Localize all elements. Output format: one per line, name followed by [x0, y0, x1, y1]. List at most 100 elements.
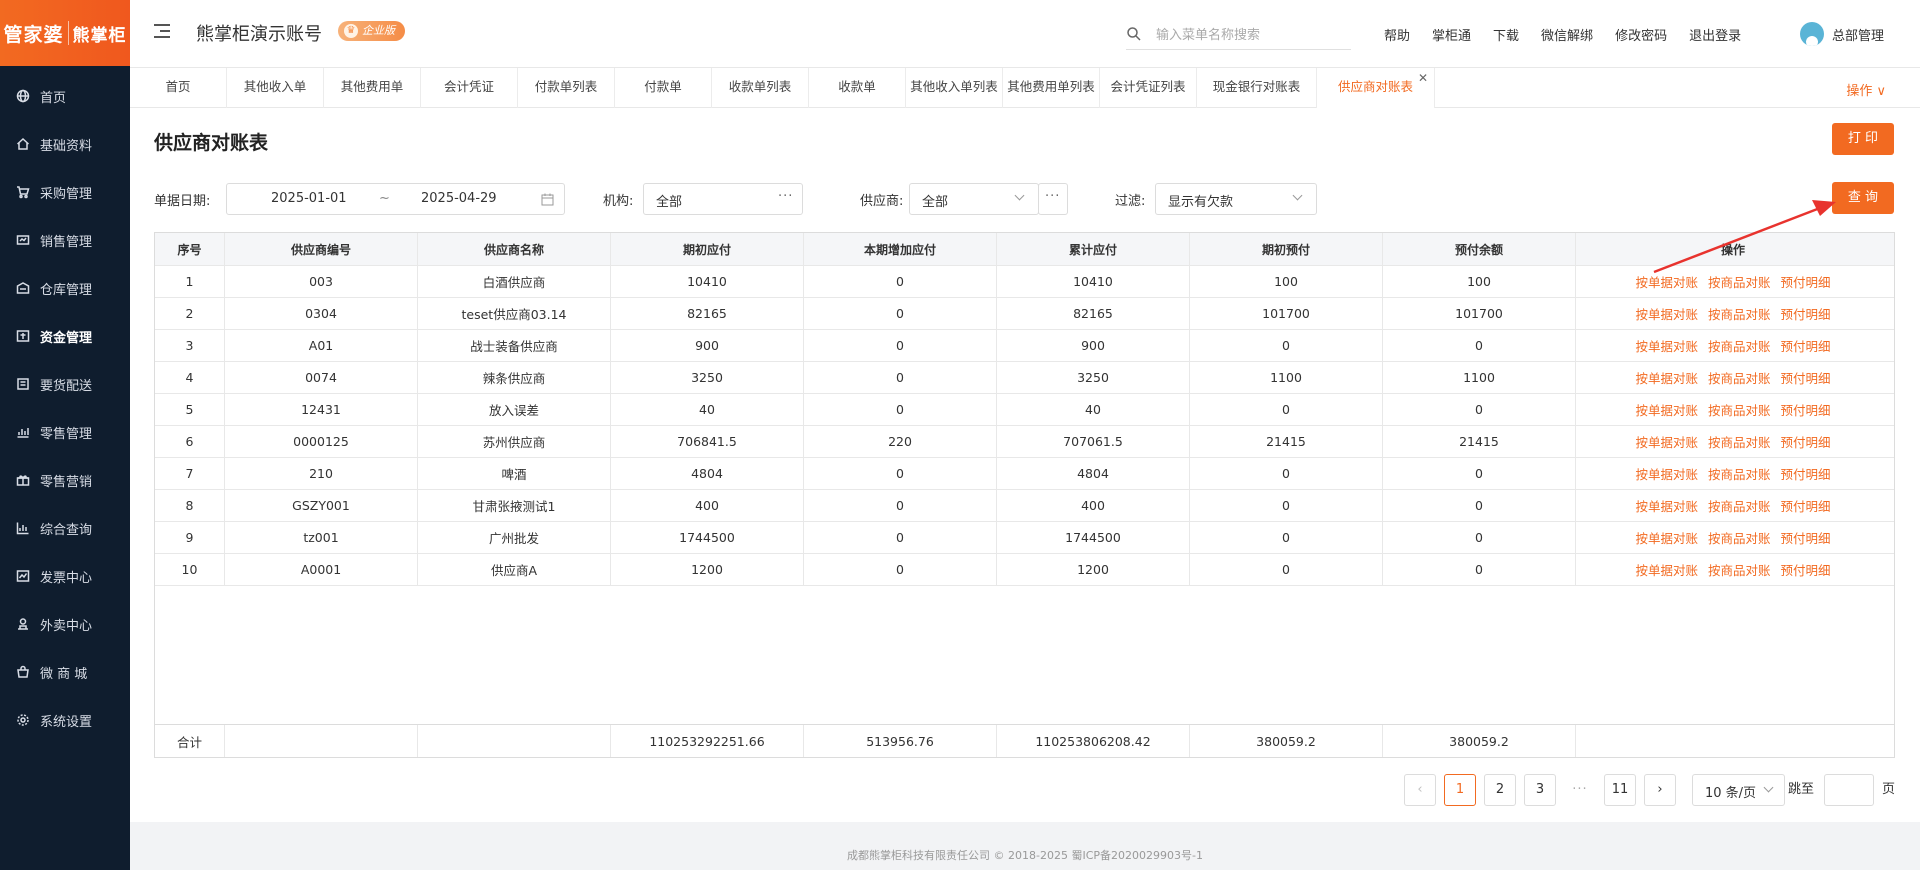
reconcile-by-product-link[interactable]: 按商品对账 — [1708, 464, 1771, 483]
reconcile-by-document-link[interactable]: 按单据对账 — [1635, 496, 1698, 515]
logout-link[interactable]: 退出登录 — [1689, 25, 1741, 44]
tab-operations-menu[interactable]: 操作 ∨ — [1846, 80, 1886, 99]
reconcile-by-document-link[interactable]: 按单据对账 — [1635, 368, 1698, 387]
more-icon: ··· — [1045, 189, 1061, 204]
sidebar-item-sales[interactable]: 销售管理 — [0, 216, 130, 264]
sidebar-item-chart[interactable]: 综合查询 — [0, 504, 130, 552]
tab-4[interactable]: 付款单列表 — [518, 68, 615, 108]
change-password-link[interactable]: 修改密码 — [1615, 25, 1667, 44]
sidebar-item-home[interactable]: 基础资料 — [0, 120, 130, 168]
reconcile-by-document-link[interactable]: 按单据对账 — [1635, 560, 1698, 579]
tab-label: 其他费用单列表 — [1007, 79, 1095, 94]
sidebar-item-delivery[interactable]: 要货配送 — [0, 360, 130, 408]
tab-12[interactable]: 供应商对账表 ✕ — [1317, 68, 1435, 108]
prepay-detail-link[interactable]: 预付明细 — [1781, 304, 1831, 323]
prepay-detail-link[interactable]: 预付明细 — [1781, 496, 1831, 515]
jump-label: 跳至 — [1788, 782, 1815, 797]
column-header: 序号 — [155, 233, 225, 265]
download-link[interactable]: 下载 — [1493, 25, 1519, 44]
reconcile-by-product-link[interactable]: 按商品对账 — [1708, 272, 1771, 291]
tab-6[interactable]: 收款单列表 — [712, 68, 809, 108]
next-page-button[interactable]: › — [1644, 774, 1676, 806]
sidebar-item-takeout[interactable]: 外卖中心 — [0, 600, 130, 648]
prepay-detail-link[interactable]: 预付明细 — [1781, 464, 1831, 483]
page-size-select[interactable]: 10 条/页 — [1692, 774, 1785, 806]
globe-icon — [16, 89, 30, 103]
prepay-detail-link[interactable]: 预付明细 — [1781, 528, 1831, 547]
reconcile-by-document-link[interactable]: 按单据对账 — [1635, 304, 1698, 323]
row-actions: 按单据对账 按商品对账 预付明细 — [1576, 394, 1890, 425]
reconcile-by-product-link[interactable]: 按商品对账 — [1708, 368, 1771, 387]
reconcile-by-document-link[interactable]: 按单据对账 — [1635, 336, 1698, 355]
help-link[interactable]: 帮助 — [1384, 25, 1410, 44]
reconcile-by-product-link[interactable]: 按商品对账 — [1708, 560, 1771, 579]
reconcile-by-document-link[interactable]: 按单据对账 — [1635, 272, 1698, 291]
close-icon[interactable]: ✕ — [1418, 68, 1428, 88]
prepay-detail-link[interactable]: 预付明细 — [1781, 336, 1831, 355]
tab-3[interactable]: 会计凭证 — [421, 68, 518, 108]
reconcile-by-document-link[interactable]: 按单据对账 — [1635, 464, 1698, 483]
sidebar-item-globe[interactable]: 首页 — [0, 72, 130, 120]
tab-11[interactable]: 现金银行对账表 — [1197, 68, 1317, 108]
org-select[interactable]: 全部 ··· — [643, 183, 803, 215]
sidebar-item-cart[interactable]: 采购管理 — [0, 168, 130, 216]
reconcile-by-product-link[interactable]: 按商品对账 — [1708, 304, 1771, 323]
reconcile-by-product-link[interactable]: 按商品对账 — [1708, 336, 1771, 355]
supplier-more-button[interactable]: ··· — [1038, 183, 1068, 215]
filter-select[interactable]: 显示有欠款 — [1155, 183, 1317, 215]
prepay-detail-link[interactable]: 预付明细 — [1781, 272, 1831, 291]
query-button[interactable]: 查 询 — [1832, 182, 1894, 214]
tab-10[interactable]: 会计凭证列表 — [1100, 68, 1197, 108]
brand-logo[interactable]: 管家婆 熊掌柜 — [0, 0, 130, 66]
supplier-select[interactable]: 全部 — [909, 183, 1039, 215]
page-1-button[interactable]: 1 — [1444, 774, 1476, 806]
table-cell: 0 — [804, 522, 997, 553]
tab-1[interactable]: 其他收入单 — [227, 68, 324, 108]
page-11-button[interactable]: 11 — [1604, 774, 1636, 806]
reconcile-by-document-link[interactable]: 按单据对账 — [1635, 432, 1698, 451]
date-range-picker[interactable]: 2025-01-01 ~ 2025-04-29 — [226, 183, 565, 215]
reconcile-by-product-link[interactable]: 按商品对账 — [1708, 432, 1771, 451]
prepay-detail-link[interactable]: 预付明细 — [1781, 368, 1831, 387]
reconcile-by-document-link[interactable]: 按单据对账 — [1635, 528, 1698, 547]
takeout-icon — [16, 617, 30, 631]
tab-5[interactable]: 付款单 — [615, 68, 712, 108]
reconcile-by-document-link[interactable]: 按单据对账 — [1635, 400, 1698, 419]
sidebar-item-gift[interactable]: 零售营销 — [0, 456, 130, 504]
tab-0[interactable]: 首页 — [130, 68, 227, 108]
prev-page-button[interactable]: ‹ — [1404, 774, 1436, 806]
sidebar-item-warehouse[interactable]: 仓库管理 — [0, 264, 130, 312]
zhangguitong-link[interactable]: 掌柜通 — [1432, 25, 1471, 44]
more-icon[interactable]: ··· — [778, 189, 793, 204]
date-end[interactable]: 2025-04-29 — [421, 191, 497, 206]
print-button[interactable]: 打 印 — [1832, 123, 1894, 155]
reconcile-by-product-link[interactable]: 按商品对账 — [1708, 528, 1771, 547]
page-2-button[interactable]: 2 — [1484, 774, 1516, 806]
page-tabs: 操作 ∨ 首页 其他收入单 其他费用单 会计凭证 付款单列表 付款单 收款单列表 收款单 其他收… — [130, 68, 1920, 108]
sidebar-item-fund[interactable]: 资金管理 — [0, 312, 130, 360]
table-cell: 900 — [611, 330, 804, 361]
sidebar-item-shop[interactable]: 微 商 城 — [0, 648, 130, 696]
page-ellipsis[interactable]: ··· — [1564, 774, 1596, 806]
tab-7[interactable]: 收款单 — [809, 68, 906, 108]
tab-9[interactable]: 其他费用单列表 — [1003, 68, 1100, 108]
menu-toggle-icon[interactable] — [154, 24, 170, 38]
sidebar-item-gear[interactable]: 系统设置 — [0, 696, 130, 744]
prepay-detail-link[interactable]: 预付明细 — [1781, 400, 1831, 419]
sidebar-item-retail[interactable]: 零售管理 — [0, 408, 130, 456]
reconcile-by-product-link[interactable]: 按商品对账 — [1708, 496, 1771, 515]
date-start[interactable]: 2025-01-01 — [271, 191, 347, 206]
wechat-unbind-link[interactable]: 微信解绑 — [1541, 25, 1593, 44]
tab-8[interactable]: 其他收入单列表 — [906, 68, 1003, 108]
tab-2[interactable]: 其他费用单 — [324, 68, 421, 108]
menu-search-input[interactable] — [1156, 24, 1346, 46]
page-3-button[interactable]: 3 — [1524, 774, 1556, 806]
jump-page-input[interactable] — [1824, 774, 1874, 806]
user-menu[interactable]: 总部管理 — [1800, 22, 1884, 46]
prepay-detail-link[interactable]: 预付明细 — [1781, 560, 1831, 579]
prepay-detail-link[interactable]: 预付明细 — [1781, 432, 1831, 451]
reconcile-by-product-link[interactable]: 按商品对账 — [1708, 400, 1771, 419]
sidebar: 管家婆 熊掌柜 首页 基础资料 采购管理 销售管理 仓库管理 资金管理 要货配送 零售管理 零售… — [0, 0, 130, 870]
date-label: 单据日期: — [154, 194, 211, 209]
sidebar-item-invoice[interactable]: 发票中心 — [0, 552, 130, 600]
